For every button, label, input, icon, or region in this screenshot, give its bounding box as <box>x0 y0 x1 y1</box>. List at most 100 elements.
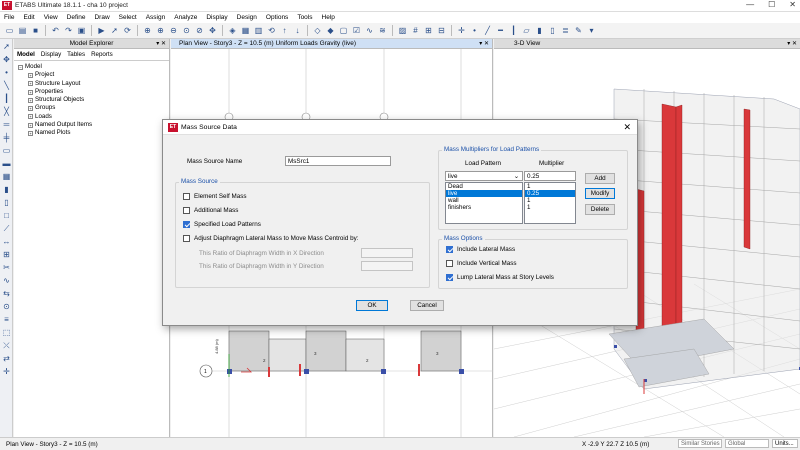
tab-model[interactable]: Model <box>17 51 35 58</box>
menu-analyze[interactable]: Analyze <box>174 14 197 21</box>
tree-item-structural-objects[interactable]: + Structural Objects <box>18 96 165 104</box>
minimize-button[interactable]: — <box>746 0 754 9</box>
draw-grid-icon[interactable]: ⊞ <box>1 249 12 260</box>
modify-button[interactable]: Modify <box>585 188 615 199</box>
expand-icon[interactable]: + <box>28 114 33 120</box>
tree-item-named-plots[interactable]: + Named Plots <box>18 129 165 137</box>
expand-icon[interactable]: + <box>28 89 33 95</box>
stories-dropdown[interactable]: Similar Stories <box>678 439 722 448</box>
include-vertical-checkbox[interactable] <box>446 260 453 267</box>
expand-icon[interactable]: + <box>28 81 33 87</box>
expand-icon[interactable]: + <box>28 97 33 103</box>
tab-display[interactable]: Display <box>41 51 61 58</box>
draw-column-tool-icon[interactable]: ┃ <box>1 93 12 104</box>
show-deformed-icon[interactable]: ∿ <box>364 25 375 36</box>
draw-wall-icon[interactable]: ▮ <box>534 25 545 36</box>
coord-system-dropdown[interactable]: Global <box>725 439 769 448</box>
specified-load-patterns-checkbox[interactable] <box>183 221 190 228</box>
element-self-mass-checkbox[interactable] <box>183 193 190 200</box>
snap-icon[interactable]: ✛ <box>456 25 467 36</box>
menu-display[interactable]: Display <box>206 14 227 21</box>
ok-button[interactable]: OK <box>356 300 388 311</box>
set-display-icon[interactable]: ☑ <box>351 25 362 36</box>
menu-file[interactable]: File <box>4 14 14 21</box>
additional-mass-option[interactable]: Additional Mass <box>183 207 238 214</box>
menu-assign[interactable]: Assign <box>146 14 166 21</box>
tree-item-project[interactable]: + Project <box>18 71 165 79</box>
view-elevation-icon[interactable]: ▥ <box>253 25 264 36</box>
quick-draw-icon[interactable]: ╪ <box>1 132 12 143</box>
menu-edit[interactable]: Edit <box>23 14 34 21</box>
view-3d-icon[interactable]: ◈ <box>227 25 238 36</box>
menu-options[interactable]: Options <box>266 14 288 21</box>
load-pattern-select[interactable]: live ⌄ <box>445 171 523 181</box>
include-lateral-checkbox[interactable] <box>446 246 453 253</box>
draw-beam-icon[interactable]: ━ <box>495 25 506 36</box>
show-forces-icon[interactable]: ≋ <box>377 25 388 36</box>
tree-item-named-output-items[interactable]: + Named Output Items <box>18 121 165 129</box>
properties-icon[interactable]: ≣ <box>560 25 571 36</box>
menu-design[interactable]: Design <box>237 14 257 21</box>
draw-reference-point-icon[interactable]: ⊙ <box>1 301 12 312</box>
draw-dimension-icon[interactable]: ↔ <box>1 236 12 247</box>
expand-icon[interactable]: + <box>28 131 33 137</box>
draw-area-icon[interactable]: ▱ <box>521 25 532 36</box>
zoom-out-icon[interactable]: ⊖ <box>168 25 179 36</box>
view-up-icon[interactable]: ↑ <box>279 25 290 36</box>
list-item[interactable]: finishers <box>446 204 522 211</box>
lock-icon[interactable]: ▣ <box>76 25 87 36</box>
delete-button[interactable]: Delete <box>585 204 615 215</box>
draw-brace-icon[interactable]: ╳ <box>1 106 12 117</box>
list-item[interactable]: Dead <box>446 183 522 190</box>
zoom-in-icon[interactable]: ⊕ <box>155 25 166 36</box>
element-self-mass-option[interactable]: Element Self Mass <box>183 193 247 200</box>
chevron-down-icon[interactable]: ⌄ <box>514 172 519 181</box>
quick-floor-icon[interactable]: ▦ <box>1 171 12 182</box>
quick-wall-icon[interactable]: ▯ <box>1 197 12 208</box>
redo-icon[interactable]: ↷ <box>63 25 74 36</box>
menu-draw[interactable]: Draw <box>94 14 109 21</box>
tree-item-structure-layout[interactable]: + Structure Layout <box>18 80 165 88</box>
open-icon[interactable]: ▤ <box>17 25 28 36</box>
select-similar-icon[interactable]: ⇄ <box>1 353 12 364</box>
select-all-icon[interactable]: ⊞ <box>423 25 434 36</box>
snap-tool-icon[interactable]: ✛ <box>1 366 12 377</box>
mass-source-name-input[interactable]: MsSrc1 <box>285 156 391 166</box>
maximize-button[interactable]: ☐ <box>768 0 775 9</box>
tree-root[interactable]: − Model <box>18 63 165 71</box>
tab-tables[interactable]: Tables <box>67 51 85 58</box>
ratio-x-input[interactable] <box>361 248 413 258</box>
draw-joint-icon[interactable]: • <box>1 67 12 78</box>
pencil-icon[interactable]: ✎ <box>573 25 584 36</box>
menu-define[interactable]: Define <box>67 14 86 21</box>
extrude-icon[interactable]: ◆ <box>325 25 336 36</box>
multiplier-list[interactable]: 1 0.25 1 1 <box>524 182 576 224</box>
draw-opening-icon[interactable]: ▯ <box>547 25 558 36</box>
list-item[interactable]: 1 <box>525 183 575 190</box>
draw-floor-icon[interactable]: ▭ <box>1 145 12 156</box>
draw-wall-tool-icon[interactable]: ▮ <box>1 184 12 195</box>
view-down-icon[interactable]: ↓ <box>292 25 303 36</box>
pane-pin-close-icon[interactable]: ▾ ✕ <box>479 39 489 49</box>
draw-wall-stack-icon[interactable]: ≡ <box>1 314 12 325</box>
undo-icon[interactable]: ↶ <box>50 25 61 36</box>
draw-line-icon[interactable]: ╱ <box>482 25 493 36</box>
include-lateral-option[interactable]: Include Lateral Mass <box>446 246 515 253</box>
specified-load-patterns-option[interactable]: Specified Load Patterns <box>183 221 261 228</box>
pane-pin-close-icon[interactable]: ▾ ✕ <box>156 39 166 49</box>
refresh-icon[interactable]: ⟳ <box>122 25 133 36</box>
pan-icon[interactable]: ✥ <box>207 25 218 36</box>
menu-select[interactable]: Select <box>119 14 137 21</box>
pane-pin-close-icon[interactable]: ▾ ✕ <box>787 39 797 49</box>
units-button[interactable]: Units... <box>772 439 798 448</box>
dropdown-icon[interactable]: ▾ <box>586 25 597 36</box>
collapse-icon[interactable]: − <box>18 64 23 70</box>
new-model-icon[interactable]: ▭ <box>4 25 15 36</box>
tree-item-loads[interactable]: + Loads <box>18 113 165 121</box>
tree-item-properties[interactable]: + Properties <box>18 88 165 96</box>
draw-frame-icon[interactable]: ╲ <box>1 80 12 91</box>
object-shrink-icon[interactable]: ▢ <box>338 25 349 36</box>
close-window-button[interactable]: ✕ <box>789 0 796 9</box>
draw-column-icon[interactable]: ┃ <box>508 25 519 36</box>
tree-item-groups[interactable]: + Groups <box>18 104 165 112</box>
